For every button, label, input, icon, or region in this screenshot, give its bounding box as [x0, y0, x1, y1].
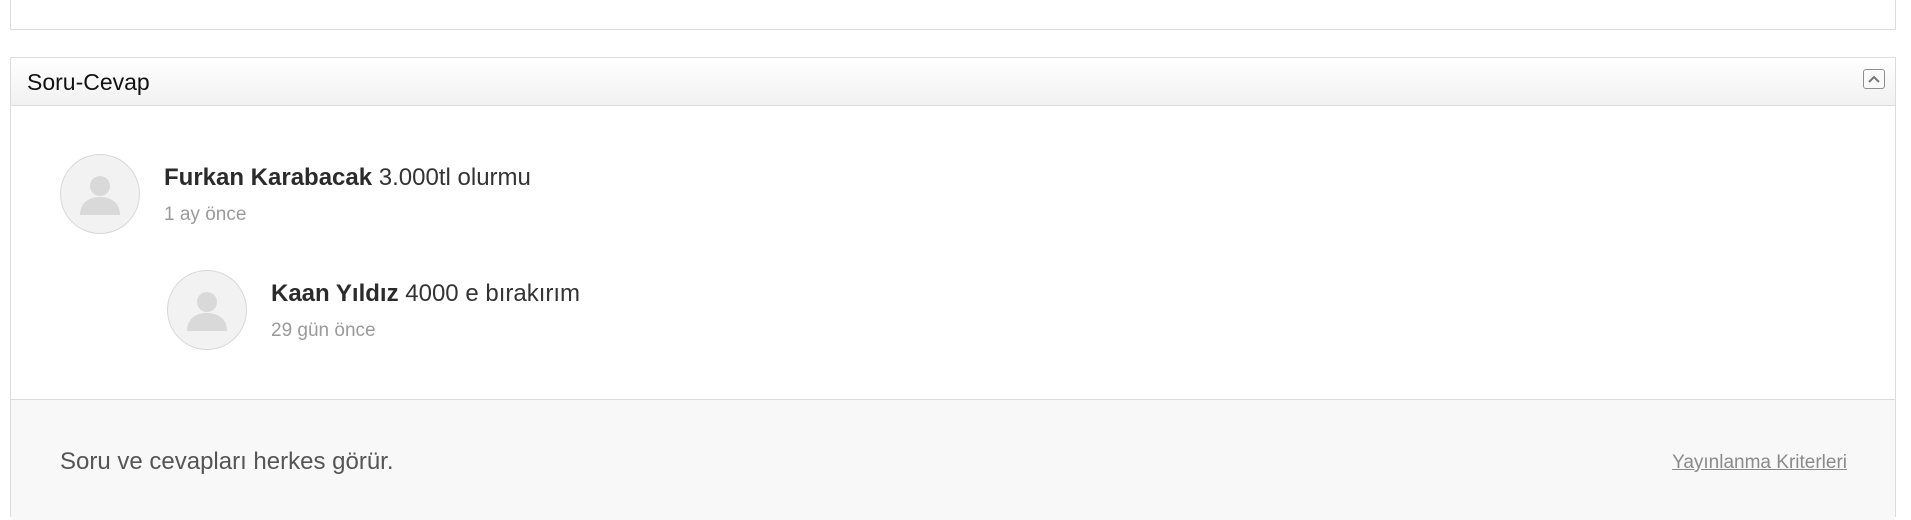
user-placeholder-icon: [80, 176, 120, 215]
previous-panel-bottom: [10, 0, 1896, 30]
chevron-up-icon: [1868, 75, 1880, 83]
comment-author[interactable]: Kaan Yıldız: [271, 280, 399, 307]
comment-list: Furkan Karabacak 3.000tl olurmu 1 ay önc…: [11, 106, 1895, 400]
comment-time: 1 ay önce: [164, 204, 247, 225]
qa-footer: Soru ve cevapları herkes görür. Yayınlan…: [11, 400, 1895, 520]
comment-text: 4000 e bırakırım: [405, 280, 581, 307]
avatar[interactable]: [167, 270, 247, 350]
comment-item: Furkan Karabacak 3.000tl olurmu 1 ay önc…: [60, 154, 531, 234]
comment-line: Kaan Yıldız 4000 e bırakırım: [271, 280, 580, 308]
collapse-button[interactable]: [1863, 69, 1885, 89]
visibility-note: Soru ve cevapları herkes görür.: [60, 448, 394, 475]
reply-item: Kaan Yıldız 4000 e bırakırım 29 gün önce: [167, 270, 580, 350]
comment-body: Kaan Yıldız 4000 e bırakırım 29 gün önce: [271, 270, 580, 342]
comment-text: 3.000tl olurmu: [378, 164, 531, 191]
avatar[interactable]: [60, 154, 140, 234]
user-placeholder-icon: [187, 292, 227, 331]
publishing-criteria-link[interactable]: Yayınlanma Kriterleri: [1672, 452, 1847, 474]
comment-author[interactable]: Furkan Karabacak: [164, 164, 372, 191]
qa-panel-header: Soru-Cevap: [11, 58, 1895, 106]
comment-body: Furkan Karabacak 3.000tl olurmu 1 ay önc…: [164, 154, 531, 226]
qa-panel: Soru-Cevap Furkan Karabacak 3.000tl olur…: [10, 57, 1896, 520]
comment-time: 29 gün önce: [271, 320, 376, 341]
comment-line: Furkan Karabacak 3.000tl olurmu: [164, 164, 531, 192]
qa-panel-title: Soru-Cevap: [27, 69, 150, 95]
